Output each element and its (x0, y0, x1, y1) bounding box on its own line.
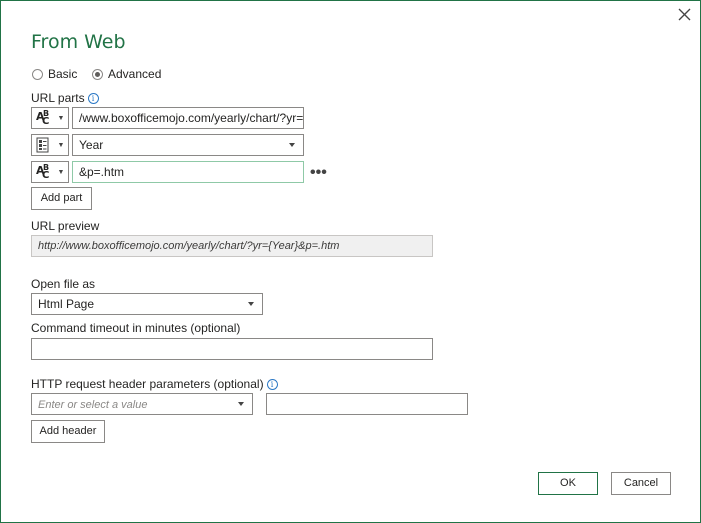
header-value-input[interactable] (266, 393, 468, 415)
url-part-3-type-button[interactable]: ABC ▼ (31, 161, 69, 183)
advanced-radio-circle[interactable] (92, 68, 103, 80)
parameter-type-icon (32, 135, 54, 155)
timeout-label: Command timeout in minutes (optional) (31, 321, 241, 335)
header-name-select[interactable]: Enter or select a value (31, 393, 253, 415)
chevron-down-icon: ▼ (57, 141, 65, 149)
add-part-button[interactable]: Add part (31, 187, 92, 210)
url-preview-label: URL preview (31, 219, 100, 233)
cancel-button[interactable]: Cancel (611, 472, 671, 495)
advanced-radio[interactable]: Advanced (92, 66, 161, 82)
url-part-1-type-button[interactable]: ABC ▼ (31, 107, 69, 129)
timeout-input[interactable] (31, 338, 433, 360)
chevron-down-icon: ▼ (57, 114, 65, 122)
url-part-2-type-button[interactable]: ▼ (31, 134, 69, 156)
ok-button[interactable]: OK (538, 472, 598, 495)
close-icon[interactable] (677, 7, 693, 23)
open-file-as-select[interactable]: Html Page (31, 293, 263, 315)
from-web-dialog: From Web Basic Advanced URL parts i ABC ▼… (0, 0, 701, 523)
text-type-icon: ABC (36, 163, 50, 181)
more-options-icon[interactable]: ••• (310, 164, 327, 182)
header-name-placeholder: Enter or select a value (38, 399, 148, 411)
add-header-button[interactable]: Add header (31, 420, 105, 443)
text-type-icon: ABC (36, 109, 50, 127)
open-file-as-label: Open file as (31, 277, 96, 291)
url-part-3-input[interactable]: &p=.htm (72, 161, 304, 183)
info-icon[interactable]: i (87, 93, 99, 105)
url-preview-field: http://www.boxofficemojo.com/yearly/char… (31, 235, 433, 257)
url-parts-label: URL parts (31, 91, 85, 105)
http-headers-heading: HTTP request header parameters (optional… (31, 377, 278, 391)
basic-radio-label: Basic (48, 67, 78, 81)
url-parts-heading: URL parts i (31, 91, 99, 105)
url-part-2-select[interactable]: Year (72, 134, 304, 156)
url-part-1-input[interactable]: /www.boxofficemojo.com/yearly/chart/?yr= (72, 107, 304, 129)
advanced-radio-label: Advanced (108, 67, 162, 81)
basic-radio[interactable]: Basic (32, 66, 77, 82)
dialog-title: From Web (31, 31, 126, 53)
basic-radio-circle[interactable] (32, 68, 43, 80)
chevron-down-icon: ▼ (57, 168, 65, 176)
http-headers-label: HTTP request header parameters (optional… (31, 377, 264, 391)
info-icon[interactable]: i (266, 379, 278, 391)
